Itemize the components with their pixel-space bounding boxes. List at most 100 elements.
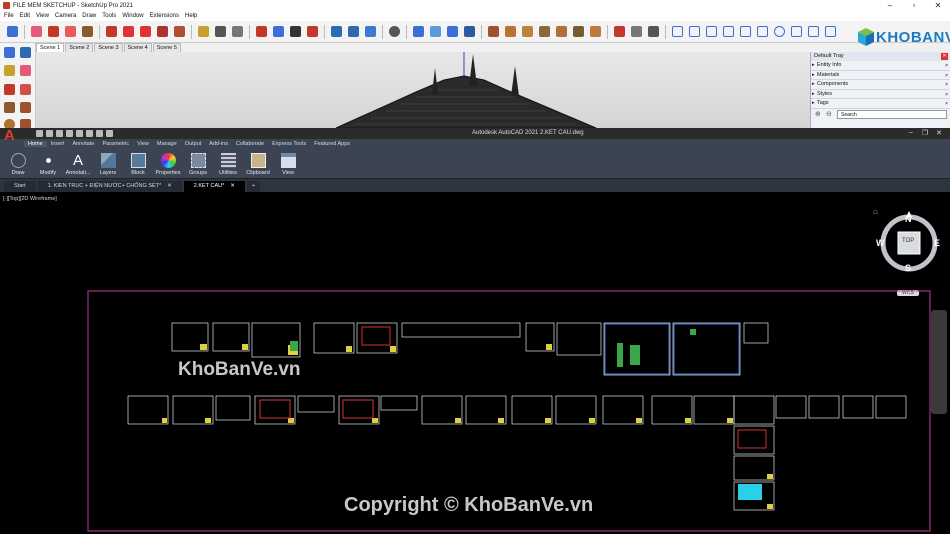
- tab-parametric[interactable]: Parametric: [98, 141, 133, 147]
- ribbon-block-button[interactable]: Block: [123, 149, 153, 179]
- ribbon-utilities-button[interactable]: Utilities: [213, 149, 243, 179]
- tray-panel-materials[interactable]: Materials×: [811, 71, 950, 80]
- extension-warehouse-icon[interactable]: [348, 26, 359, 37]
- doc-tab-kien-truc[interactable]: 1. KIEN TRUC + ĐIỆN NƯỚC+ CHỐNG SÉT* ✕: [37, 181, 182, 192]
- bezier-icon[interactable]: [689, 26, 700, 37]
- paint-bucket-icon[interactable]: [4, 65, 15, 76]
- tray-panel-styles[interactable]: Styles×: [811, 90, 950, 99]
- tool-b-icon[interactable]: [631, 26, 642, 37]
- rect-tool-icon[interactable]: [757, 26, 768, 37]
- solid-icon[interactable]: [505, 26, 516, 37]
- push-pull-icon[interactable]: [106, 26, 117, 37]
- doc-tab-ket-cau[interactable]: 2.KET CAU* ✕: [183, 181, 245, 192]
- spline-icon[interactable]: [723, 26, 734, 37]
- tab-insert[interactable]: Insert: [47, 141, 69, 147]
- open-icon[interactable]: [46, 130, 53, 137]
- curve-icon[interactable]: [672, 26, 683, 37]
- pan-icon[interactable]: [273, 26, 284, 37]
- undo-icon[interactable]: [96, 130, 103, 137]
- union-icon[interactable]: [556, 26, 567, 37]
- tool-a-icon[interactable]: [614, 26, 625, 37]
- menu-view[interactable]: View: [34, 13, 53, 19]
- scene-tab-5[interactable]: Scene 5: [152, 43, 181, 52]
- section-icon[interactable]: [413, 26, 424, 37]
- ribbon-groups-button[interactable]: Groups: [183, 149, 213, 179]
- scene-tab-3[interactable]: Scene 3: [94, 43, 123, 52]
- minimize-icon[interactable]: –: [878, 0, 902, 11]
- paint-icon[interactable]: [82, 26, 93, 37]
- tape-icon[interactable]: [198, 26, 209, 37]
- zoom-icon[interactable]: [290, 26, 301, 37]
- orbit-icon[interactable]: [256, 26, 267, 37]
- sandbox-icon[interactable]: [430, 26, 441, 37]
- curve-c-icon[interactable]: [825, 26, 836, 37]
- tray-add-icon[interactable]: ⊕: [815, 110, 821, 118]
- doc-close-icon[interactable]: ✕: [230, 183, 235, 189]
- tab-output[interactable]: Output: [181, 141, 206, 147]
- shapes-icon[interactable]: [65, 26, 76, 37]
- ribbon-draw-button[interactable]: Draw: [3, 149, 33, 179]
- menu-draw[interactable]: Draw: [80, 13, 100, 19]
- component-icon[interactable]: [20, 47, 31, 58]
- zoom-extents-icon[interactable]: [307, 26, 318, 37]
- sketchup-viewport[interactable]: [36, 52, 810, 128]
- scene-tab-1[interactable]: Scene 1: [36, 43, 65, 52]
- rotated-rect-icon[interactable]: [20, 102, 31, 113]
- tray-details-icon[interactable]: ⊖: [826, 110, 832, 118]
- tray-panel-entity-info[interactable]: Entity Info×: [811, 61, 950, 71]
- move-icon[interactable]: [123, 26, 134, 37]
- menu-window[interactable]: Window: [120, 13, 147, 19]
- terrain-icon[interactable]: [447, 26, 458, 37]
- close-icon[interactable]: ✕: [926, 0, 950, 11]
- menu-edit[interactable]: Edit: [18, 13, 34, 19]
- panel-close-icon[interactable]: ×: [945, 100, 948, 110]
- new-icon[interactable]: [36, 130, 43, 137]
- save-as-icon[interactable]: [66, 130, 73, 137]
- ribbon-layers-button[interactable]: Layers: [93, 149, 123, 179]
- warehouse-icon[interactable]: [331, 26, 342, 37]
- material-icon[interactable]: [488, 26, 499, 37]
- scene-tab-2[interactable]: Scene 2: [65, 43, 94, 52]
- tab-express-tools[interactable]: Express Tools: [268, 141, 310, 147]
- tab-addins[interactable]: Add-ins: [205, 141, 232, 147]
- eraser-icon[interactable]: [31, 26, 42, 37]
- tray-panel-components[interactable]: Components×: [811, 80, 950, 90]
- drawing-area[interactable]: [-][Top][2D Wireframe] TOP N S W E ⌂ WCS: [0, 193, 950, 534]
- polygon-icon[interactable]: [20, 119, 31, 128]
- save-icon[interactable]: [56, 130, 63, 137]
- layout-icon[interactable]: [365, 26, 376, 37]
- menu-help[interactable]: Help: [183, 13, 201, 19]
- menu-file[interactable]: File: [2, 13, 18, 19]
- menu-tools[interactable]: Tools: [100, 13, 120, 19]
- text-icon[interactable]: [232, 26, 243, 37]
- stamp-icon[interactable]: [464, 26, 475, 37]
- rectangle-icon[interactable]: [4, 102, 15, 113]
- dimension-icon[interactable]: [215, 26, 226, 37]
- freehand-icon[interactable]: [20, 84, 31, 95]
- ac-restore-icon[interactable]: ❐: [918, 129, 932, 137]
- doc-close-icon[interactable]: ✕: [167, 183, 172, 189]
- menu-extensions[interactable]: Extensions: [148, 13, 183, 19]
- eraser-tool-icon[interactable]: [20, 65, 31, 76]
- polyline-icon[interactable]: [706, 26, 717, 37]
- pencil-icon[interactable]: [4, 84, 15, 95]
- doc-tab-start[interactable]: Start: [4, 181, 36, 192]
- tab-view[interactable]: View: [133, 141, 153, 147]
- circle-tool-icon[interactable]: [774, 26, 785, 37]
- tab-collaborate[interactable]: Collaborate: [232, 141, 268, 147]
- outer-shell-icon[interactable]: [522, 26, 533, 37]
- trim-icon[interactable]: [590, 26, 601, 37]
- select-tool-icon[interactable]: [4, 47, 15, 58]
- line-icon[interactable]: [48, 26, 59, 37]
- arc-tool-icon[interactable]: [740, 26, 751, 37]
- new-tab-button[interactable]: +: [246, 181, 261, 192]
- curve-b-icon[interactable]: [808, 26, 819, 37]
- ribbon-properties-button[interactable]: Properties: [153, 149, 183, 179]
- subtract-icon[interactable]: [573, 26, 584, 37]
- rotate-icon[interactable]: [140, 26, 151, 37]
- autocad-logo[interactable]: A: [4, 128, 15, 143]
- redo-icon[interactable]: [106, 130, 113, 137]
- ribbon-view-button[interactable]: View: [273, 149, 303, 179]
- tray-panel-tags[interactable]: Tags ×: [811, 99, 950, 109]
- select-icon[interactable]: [7, 26, 18, 37]
